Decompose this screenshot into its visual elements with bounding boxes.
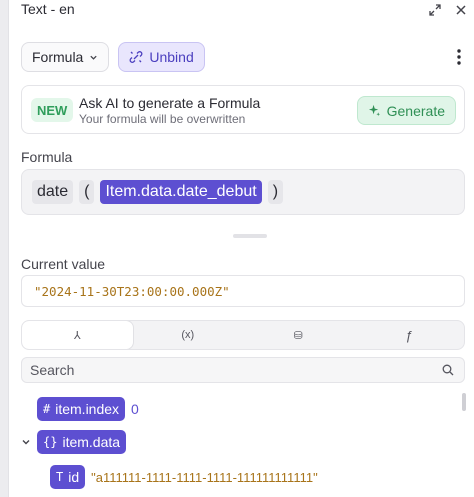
search-input[interactable] <box>30 362 442 378</box>
tree-item-id[interactable]: T id "a111111-1111-1111-1111-11111111111… <box>50 465 318 489</box>
item-data-label: item.data <box>62 434 121 450</box>
item-index-chip[interactable]: # item.index <box>37 397 126 421</box>
tree-item-index[interactable]: # item.index 0 <box>37 397 139 421</box>
tab-tree[interactable]: ⅄ <box>22 321 133 349</box>
search-bar <box>21 357 465 383</box>
sparkle-icon <box>368 104 380 117</box>
formula-open-paren: ( <box>79 180 95 204</box>
close-icon[interactable] <box>455 3 467 15</box>
more-options-icon[interactable] <box>451 47 467 67</box>
expand-icon[interactable] <box>429 3 441 16</box>
formula-label: Formula <box>21 149 73 165</box>
item-data-chip[interactable]: {} item.data <box>37 430 127 454</box>
text-type-icon: T <box>56 470 64 484</box>
tab-variables[interactable]: (x) <box>133 321 244 349</box>
formula-mode-dropdown[interactable]: Formula <box>21 42 110 72</box>
ai-card-title: Ask AI to generate a Formula <box>79 95 261 111</box>
item-index-value: 0 <box>131 401 139 417</box>
formula-function-token: date <box>32 180 74 204</box>
tree-icon: ⅄ <box>73 329 81 342</box>
explorer-tabs: ⅄ (x) ⛁ ƒ <box>21 320 465 350</box>
unlink-icon <box>129 51 143 63</box>
ai-card-subtitle: Your formula will be overwritten <box>79 112 246 126</box>
mode-row: Formula Unbind <box>21 42 467 72</box>
new-badge: NEW <box>31 98 74 122</box>
current-value-display: "2024-11-30T23:00:00.000Z" <box>21 275 465 307</box>
formula-close-paren: ) <box>267 180 284 204</box>
tab-database[interactable]: ⛁ <box>243 321 354 349</box>
generate-label: Generate <box>386 102 445 119</box>
panel-title: Text - en <box>21 1 75 17</box>
resize-handle[interactable] <box>233 234 267 238</box>
search-icon <box>442 364 454 376</box>
id-value: "a111111-1111-1111-1111-111111111111" <box>91 469 318 485</box>
ai-generate-card: NEW Ask AI to generate a Formula Your fo… <box>21 85 465 134</box>
chevron-down-icon[interactable] <box>21 437 31 447</box>
current-value-label: Current value <box>21 256 106 272</box>
formula-panel: Text - en Formula Unbind NEW Ask AI to g… <box>8 0 474 497</box>
current-value-text: "2024-11-30T23:00:00.000Z" <box>34 283 230 299</box>
panel-header: Text - en <box>21 0 467 18</box>
object-type-icon: {} <box>43 435 58 449</box>
tab-functions[interactable]: ƒ <box>354 321 465 349</box>
variable-icon: (x) <box>181 329 195 341</box>
function-icon: ƒ <box>405 327 413 343</box>
number-type-icon: # <box>43 402 51 416</box>
chevron-down-icon <box>90 55 98 60</box>
formula-variable-token[interactable]: Item.data.date_debut <box>100 180 262 204</box>
database-icon: ⛁ <box>293 329 303 342</box>
formula-mode-label: Formula <box>32 49 84 65</box>
left-edge <box>0 0 8 497</box>
tree-scrollbar[interactable] <box>462 393 466 411</box>
formula-editor[interactable]: date ( Item.data.date_debut ) <box>21 169 465 215</box>
id-label: id <box>68 469 80 485</box>
id-chip[interactable]: T id <box>50 465 86 489</box>
unbind-button[interactable]: Unbind <box>118 42 205 72</box>
tree-item-data[interactable]: {} item.data <box>21 430 127 454</box>
generate-button[interactable]: Generate <box>356 96 456 125</box>
item-index-label: item.index <box>55 401 120 417</box>
unbind-label: Unbind <box>149 49 194 65</box>
